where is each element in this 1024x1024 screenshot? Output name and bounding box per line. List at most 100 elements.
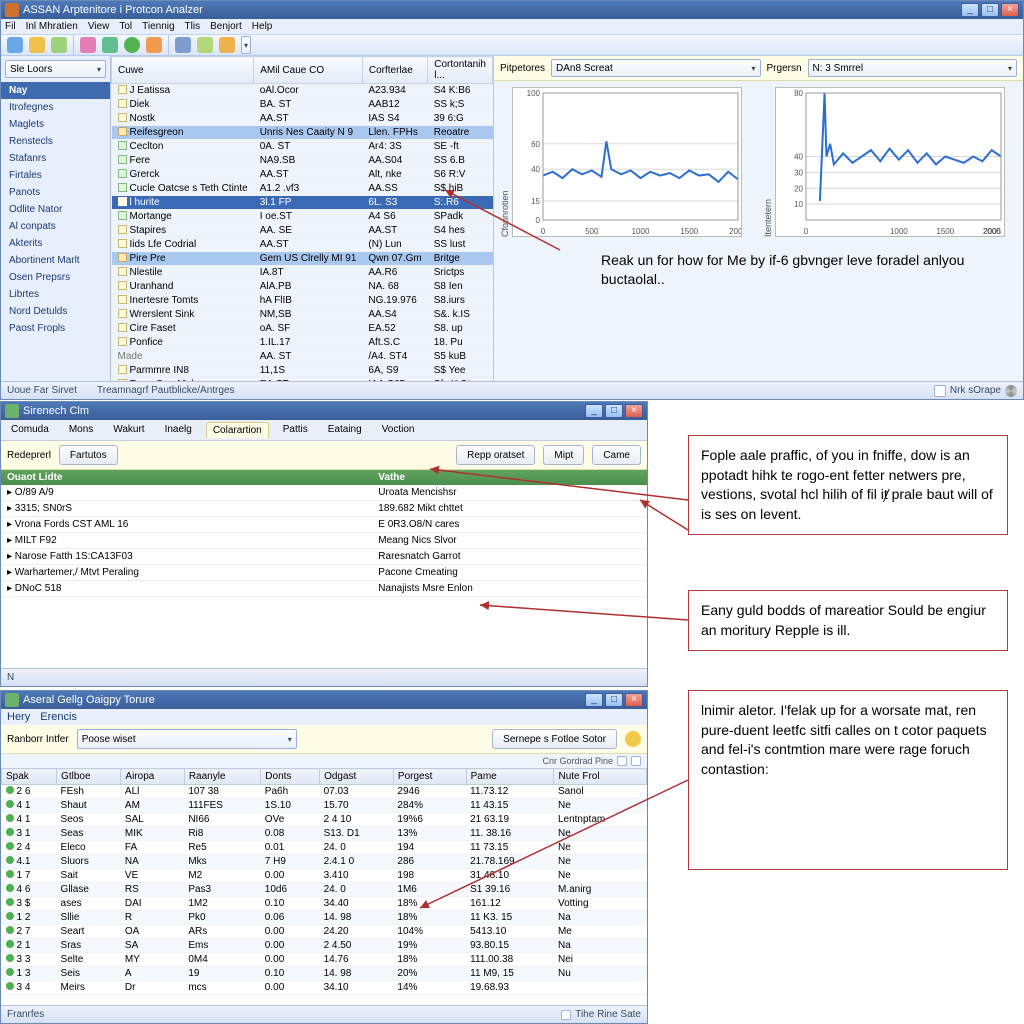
bot-close-button[interactable]: × bbox=[625, 693, 643, 707]
table-row[interactable]: 4 1SeosSALNI66OVe2 4 1019%621 63.19Lentn… bbox=[2, 813, 647, 827]
bot-minimize-button[interactable]: _ bbox=[585, 693, 603, 707]
bot-export-next[interactable] bbox=[631, 756, 641, 766]
sidebar-item[interactable]: Panots bbox=[1, 184, 110, 201]
list-item[interactable]: ▸ MILT F92Meang Nics Slvor bbox=[1, 533, 647, 549]
table-row[interactable]: MadeAA. ST/A4. ST4S5 kuB bbox=[112, 350, 493, 364]
table-row[interactable]: ReifesgreonUnris Nes Caaity N 9Llen. FPH… bbox=[112, 126, 493, 140]
status-checkbox[interactable] bbox=[934, 385, 946, 397]
table-row[interactable]: StapiresAA. SEAA.STS4 hes bbox=[112, 224, 493, 238]
table-row[interactable]: UranhandAlA.PBNA. 68S8 Ien bbox=[112, 280, 493, 294]
column-header[interactable]: Cuwe bbox=[112, 57, 254, 84]
tool-open[interactable] bbox=[29, 37, 45, 53]
table-row[interactable]: Inertesre TomtshA FlIBNG.19.976S8.iurs bbox=[112, 294, 493, 308]
table-row[interactable]: GrerckAA.STAlt, nkeS6 R:V bbox=[112, 168, 493, 182]
gear-icon[interactable] bbox=[1005, 385, 1017, 397]
tab-item[interactable]: Mons bbox=[63, 422, 99, 438]
list-item[interactable]: ▸ O/89 A/9Uroata Mencishsr bbox=[1, 485, 647, 501]
table-row[interactable]: Wrerslent SinkNM,SBAA.S4S&. k.IS bbox=[112, 308, 493, 322]
column-header[interactable]: Corfterlae bbox=[362, 57, 427, 84]
sidebar-item[interactable]: Paost Fropls bbox=[1, 320, 110, 337]
sidebar-item[interactable]: Renstecls bbox=[1, 133, 110, 150]
mid-minimize-button[interactable]: _ bbox=[585, 404, 603, 418]
menu-item[interactable]: View bbox=[88, 21, 110, 32]
tool-save[interactable] bbox=[51, 37, 67, 53]
mid-col-2[interactable]: Vathe bbox=[372, 470, 647, 485]
table-row[interactable]: 1 7SaitVEM20.003.41019831.48.10Ne bbox=[2, 869, 647, 883]
table-row[interactable]: MortangeI oe.STA4 S6SPadk bbox=[112, 210, 493, 224]
table-row[interactable]: 3 3SelteMY0M40.0014.7618%111.00.38Nei bbox=[2, 953, 647, 967]
column-header[interactable]: AMil Caue CO bbox=[254, 57, 363, 84]
table-row[interactable]: 4 1ShautAM111FES1S.1015.70284%11 43.15Ne bbox=[2, 799, 647, 813]
tool-chart-icon[interactable] bbox=[197, 37, 213, 53]
tool-refresh[interactable] bbox=[124, 37, 140, 53]
table-row[interactable]: 4.1SluorsNAMks7 H92.4.1 028621.78.169Ne bbox=[2, 855, 647, 869]
help-icon[interactable] bbox=[625, 731, 641, 747]
list-item[interactable]: ▸ DNoC 518Nanajists Msre Enlon bbox=[1, 581, 647, 597]
sidebar-dropdown[interactable]: Sle Loors▾ bbox=[5, 60, 106, 78]
close-button[interactable]: × bbox=[1001, 3, 1019, 17]
mid-bar-button[interactable]: Fartutos bbox=[59, 445, 118, 465]
tab-item[interactable]: Voction bbox=[376, 422, 421, 438]
sidebar-item[interactable]: Odlite Nator bbox=[1, 201, 110, 218]
bot-status-box[interactable] bbox=[561, 1010, 571, 1020]
tool-cut[interactable] bbox=[80, 37, 96, 53]
column-header[interactable]: Donts bbox=[261, 769, 320, 785]
tool-settings[interactable] bbox=[219, 37, 235, 53]
bot-search-dropdown[interactable]: Poose wiset▾ bbox=[77, 729, 297, 749]
mid-bar-btn-3[interactable]: Came bbox=[592, 445, 641, 465]
table-row[interactable]: Ponfice1.IL.17Aft.S.C18. Pu bbox=[112, 336, 493, 350]
sidebar-item[interactable]: Akterits bbox=[1, 235, 110, 252]
menu-item[interactable]: Tol bbox=[119, 21, 132, 32]
bot-maximize-button[interactable]: □ bbox=[605, 693, 623, 707]
tool-run[interactable] bbox=[146, 37, 162, 53]
menu-item[interactable]: Fil bbox=[5, 21, 16, 32]
table-row[interactable]: l hurite3l.1 FP6L. S3S:.R6 bbox=[112, 196, 493, 210]
table-row[interactable]: 3 4MeirsDrmcs0.0034.1014%19.68.93 bbox=[2, 981, 647, 995]
mid-bar-btn-2[interactable]: Mipt bbox=[543, 445, 584, 465]
list-item[interactable]: ▸ Narose Fatth 1S:CA13F03Raresnatch Garr… bbox=[1, 549, 647, 565]
tool-copy[interactable] bbox=[102, 37, 118, 53]
table-row[interactable]: Ceclton0A. STAr4: 3SSE -ft bbox=[112, 140, 493, 154]
sidebar-item[interactable]: Nord Detulds bbox=[1, 303, 110, 320]
table-row[interactable]: 2 1SrasSAEms0.002 4.5019%93.80.15Na bbox=[2, 939, 647, 953]
mid-maximize-button[interactable]: □ bbox=[605, 404, 623, 418]
minimize-button[interactable]: _ bbox=[961, 3, 979, 17]
tool-filter[interactable] bbox=[175, 37, 191, 53]
table-row[interactable]: Parmmre IN811,1S6A, S9S$ Yee bbox=[112, 364, 493, 378]
table-row[interactable]: NlestileIA.8TAA.R6Srictps bbox=[112, 266, 493, 280]
sidebar-item[interactable]: Maglets bbox=[1, 116, 110, 133]
column-header[interactable]: Nute Frol bbox=[554, 769, 647, 785]
table-row[interactable]: 2 6FEshALl107 38Pa6h07.03294611.73.12San… bbox=[2, 785, 647, 799]
table-row[interactable]: Cucle Oatcse s Teth CtinteA1.2 .vf3AA.SS… bbox=[112, 182, 493, 196]
sidebar-item[interactable]: Al conpats bbox=[1, 218, 110, 235]
menu-item[interactable]: Help bbox=[252, 21, 273, 32]
table-row[interactable]: FereNA9.SBAA.S04SS 6.B bbox=[112, 154, 493, 168]
table-row[interactable]: Pire PreGem US Clrelly MI 91Qwn 07.GmBri… bbox=[112, 252, 493, 266]
menu-item[interactable]: Hery bbox=[7, 711, 30, 723]
sidebar-header[interactable]: Nay bbox=[1, 82, 110, 99]
menu-item[interactable]: Inl Mhratien bbox=[26, 21, 78, 32]
table-row[interactable]: NostkAA.STIAS S439 6:G bbox=[112, 112, 493, 126]
tab-item[interactable]: Colarartion bbox=[206, 422, 269, 438]
maximize-button[interactable]: □ bbox=[981, 3, 999, 17]
tab-item[interactable]: Inaelg bbox=[159, 422, 198, 438]
tab-item[interactable]: Wakurt bbox=[107, 422, 150, 438]
menu-item[interactable]: Erencis bbox=[40, 711, 77, 723]
sidebar-item[interactable]: Stafanrs bbox=[1, 150, 110, 167]
sidebar-item[interactable]: Osen Prepsrs bbox=[1, 269, 110, 286]
table-row[interactable]: 2 4ElecoFARe50.0124. 019411 73.15Ne bbox=[2, 841, 647, 855]
sidebar-item[interactable]: Abortinent Marlt bbox=[1, 252, 110, 269]
mid-close-button[interactable]: × bbox=[625, 404, 643, 418]
table-row[interactable]: J EatissaoAl.OcorA23.934S4 K:B6 bbox=[112, 84, 493, 98]
column-header[interactable]: Airopa bbox=[121, 769, 184, 785]
tool-new[interactable] bbox=[7, 37, 23, 53]
menu-item[interactable]: Benjort bbox=[210, 21, 242, 32]
table-row[interactable]: 3 1SeasMIKRi80.08S13. D113%11. 38.16Ne bbox=[2, 827, 647, 841]
column-header[interactable]: Gtlboe bbox=[57, 769, 121, 785]
column-header[interactable]: Spak bbox=[2, 769, 57, 785]
table-row[interactable]: 4 6GllaseRSPas310d624. 01M6S1 39.16M.ani… bbox=[2, 883, 647, 897]
list-item[interactable]: ▸ Warhartemer,/ Mtvt PeralingPacone Cmea… bbox=[1, 565, 647, 581]
mid-col-1[interactable]: Ouaot Lidte bbox=[1, 470, 372, 485]
column-header[interactable]: Raanyle bbox=[184, 769, 260, 785]
table-row[interactable]: 1 2SllieRPk00.0614. 9818%11 K3. 15Na bbox=[2, 911, 647, 925]
